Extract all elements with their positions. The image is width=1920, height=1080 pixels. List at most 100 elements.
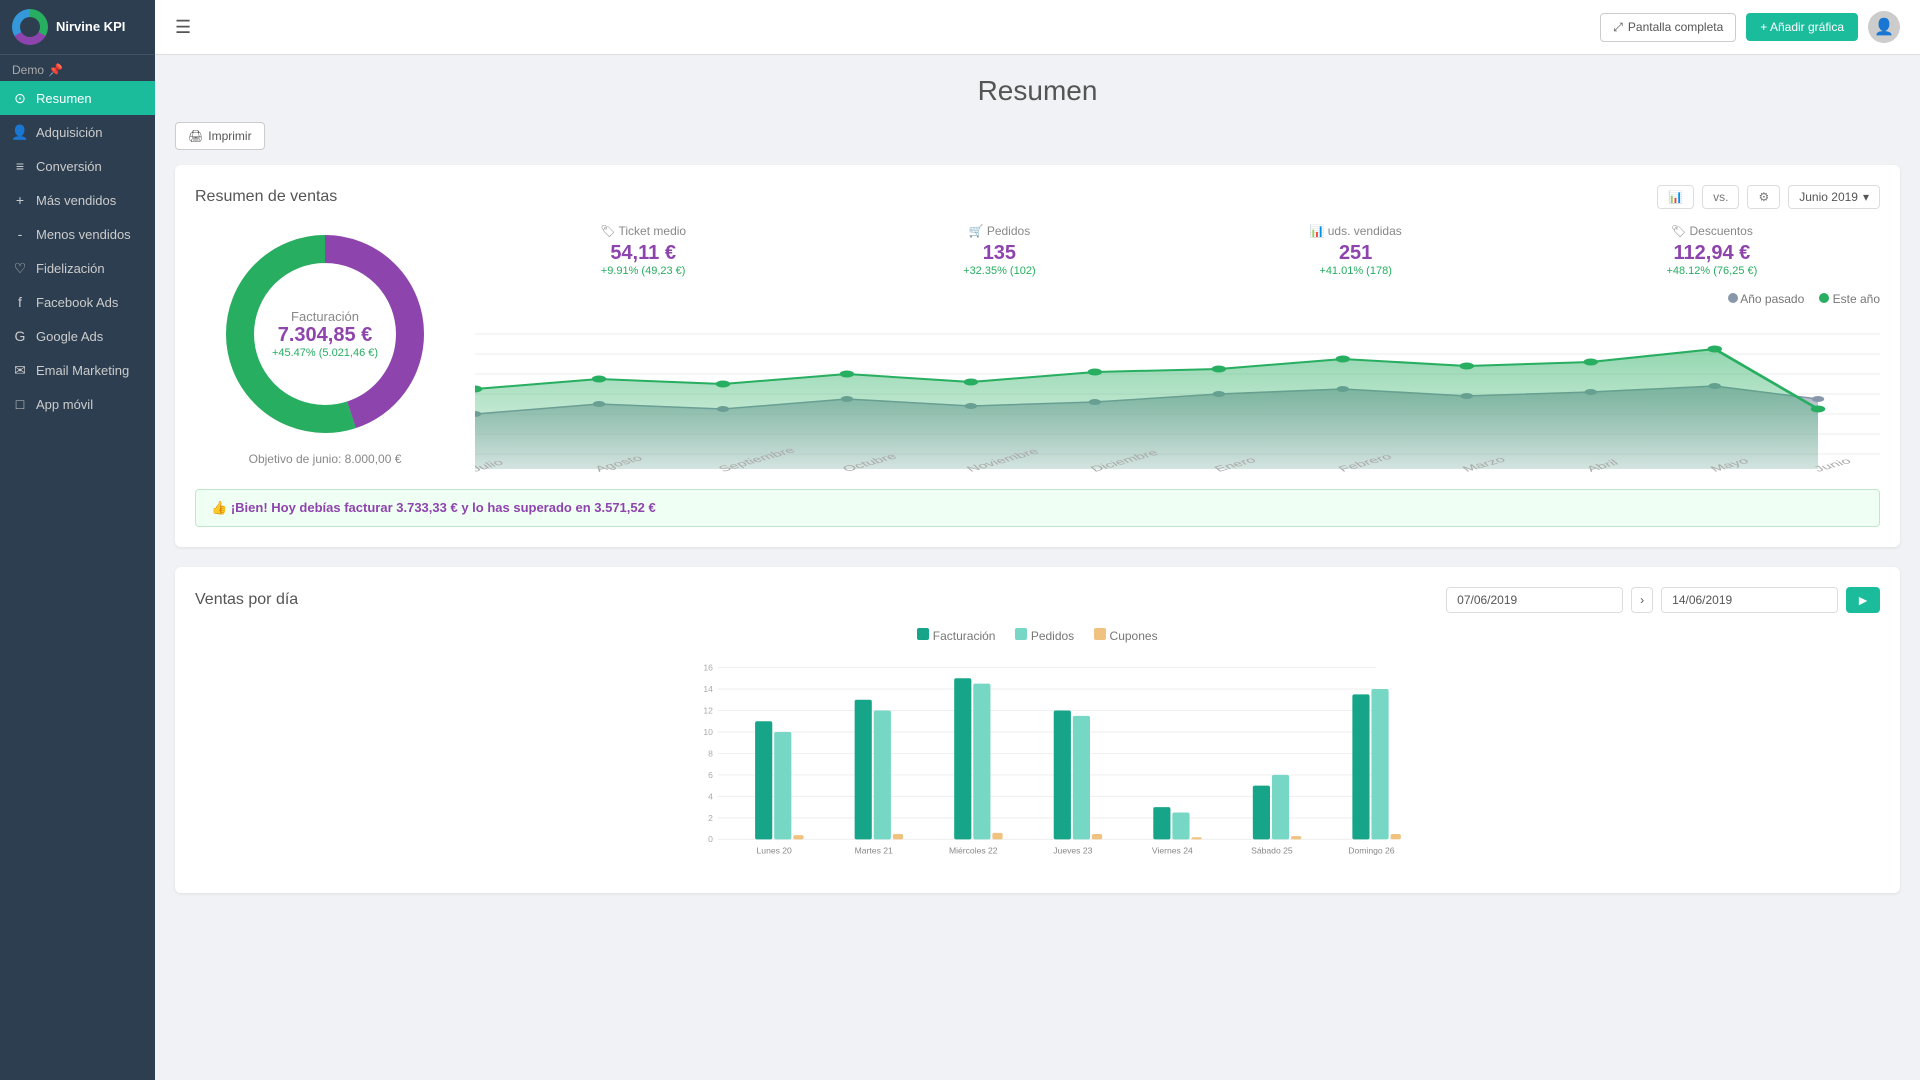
sidebar-item-app-movil[interactable]: □ App móvil: [0, 387, 155, 421]
topbar-left: ☰: [175, 17, 191, 38]
sidebar-item-google-ads[interactable]: G Google Ads: [0, 319, 155, 353]
metric-value: 135: [831, 242, 1167, 265]
donut-chart: Facturación 7.304,85 € +45.47% (5.021,46…: [215, 224, 435, 444]
print-icon: 🖨: [188, 129, 203, 143]
svg-text:4: 4: [708, 791, 713, 801]
sidebar-item-label: Resumen: [36, 91, 92, 106]
facturacion-legend-rect: [917, 628, 929, 640]
metric-value: 54,11 €: [475, 242, 811, 265]
hamburger-icon[interactable]: ☰: [175, 17, 191, 38]
app-movil-icon: □: [12, 396, 28, 412]
sidebar-item-label: Más vendidos: [36, 193, 116, 208]
topbar: ☰ ⤢ Pantalla completa + Añadir gráfica 👤: [155, 0, 1920, 55]
metric-change: +32.35% (102): [831, 265, 1167, 277]
sidebar-item-label: Google Ads: [36, 329, 103, 344]
metric-change: +48.12% (76,25 €): [1544, 265, 1880, 277]
logo-icon: [12, 9, 48, 45]
sales-card-header: Resumen de ventas 📊 vs. ⚙ Junio 2019 ▾: [195, 185, 1880, 209]
chevron-down-icon: ▾: [1863, 190, 1869, 204]
svg-text:12: 12: [703, 705, 713, 715]
metric-label: 🛒 Pedidos: [831, 224, 1167, 238]
sidebar-item-label: Menos vendidos: [36, 227, 131, 242]
svg-text:14: 14: [703, 684, 713, 694]
date-selector[interactable]: Junio 2019 ▾: [1788, 185, 1880, 209]
svg-text:6: 6: [708, 770, 713, 780]
metric-item: 📊 uds. vendidas 251 +41.01% (178): [1188, 224, 1524, 277]
ventas-dia-card: Ventas por día › ► Facturación Pedidos C…: [175, 567, 1900, 893]
alert-bar: 👍 ¡Bien! Hoy debías facturar 3.733,33 € …: [195, 489, 1880, 527]
demo-label: Demo 📌: [0, 55, 155, 81]
sidebar-item-resumen[interactable]: ⊙ Resumen: [0, 81, 155, 115]
svg-text:Domingo 26: Domingo 26: [1348, 846, 1394, 856]
content-area: Resumen 🖨 Imprimir Resumen de ventas 📊 v…: [155, 55, 1920, 1080]
svg-text:10: 10: [703, 727, 713, 737]
main-content: ☰ ⤢ Pantalla completa + Añadir gráfica 👤…: [155, 0, 1920, 1080]
metrics-row: 🏷 Ticket medio 54,11 € +9.91% (49,23 €) …: [475, 224, 1880, 277]
metrics-chart-section: 🏷 Ticket medio 54,11 € +9.91% (49,23 €) …: [475, 224, 1880, 474]
sidebar-item-label: App móvil: [36, 397, 93, 412]
sidebar-item-label: Email Marketing: [36, 363, 129, 378]
sidebar-item-adquisicion[interactable]: 👤 Adquisición: [0, 115, 155, 149]
svg-text:Lunes 20: Lunes 20: [757, 846, 793, 856]
date-to-input[interactable]: [1661, 587, 1838, 613]
app-name: Nirvine KPI: [56, 19, 125, 35]
ventas-card-header: Ventas por día › ►: [195, 587, 1880, 613]
metric-label: 🏷 Ticket medio: [475, 224, 811, 238]
mas-vendidos-icon: +: [12, 192, 28, 208]
svg-text:Miércoles 22: Miércoles 22: [949, 846, 998, 856]
date-nav-green[interactable]: ►: [1846, 587, 1880, 613]
svg-text:Jueves 23: Jueves 23: [1053, 846, 1092, 856]
google-ads-icon: G: [12, 328, 28, 344]
metric-value: 251: [1188, 242, 1524, 265]
area-chart: Julio Agosto Septiembre Octubre Noviembr…: [475, 314, 1880, 474]
sales-body: Facturación 7.304,85 € +45.47% (5.021,46…: [195, 224, 1880, 474]
pedidos-legend-rect: [1015, 628, 1027, 640]
adquisicion-icon: 👤: [12, 124, 28, 140]
date-nav-forward[interactable]: ›: [1631, 587, 1653, 613]
cupones-legend-rect: [1094, 628, 1106, 640]
metric-item: 🏷 Descuentos 112,94 € +48.12% (76,25 €): [1544, 224, 1880, 277]
sidebar-item-email-marketing[interactable]: ✉ Email Marketing: [0, 353, 155, 387]
sidebar-item-conversion[interactable]: ≡ Conversión: [0, 149, 155, 183]
sales-card-title: Resumen de ventas: [195, 188, 337, 206]
goal-label: Objetivo de junio: 8.000,00 €: [249, 452, 402, 466]
settings-button[interactable]: ⚙: [1747, 185, 1780, 209]
ventas-card-title: Ventas por día: [195, 591, 298, 609]
print-button[interactable]: 🖨 Imprimir: [175, 122, 265, 150]
svg-text:Viernes 24: Viernes 24: [1152, 846, 1193, 856]
resumen-icon: ⊙: [12, 90, 28, 106]
menos-vendidos-icon: -: [12, 226, 28, 242]
vs-label: vs.: [1702, 185, 1739, 209]
svg-text:Martes 21: Martes 21: [855, 846, 893, 856]
add-chart-button[interactable]: + Añadir gráfica: [1746, 13, 1858, 41]
pin-icon: 📌: [48, 63, 63, 77]
sidebar-item-facebook-ads[interactable]: f Facebook Ads: [0, 285, 155, 319]
email-marketing-icon: ✉: [12, 362, 28, 378]
user-avatar[interactable]: 👤: [1868, 11, 1900, 43]
sidebar-item-menos-vendidos[interactable]: - Menos vendidos: [0, 217, 155, 251]
page-title: Resumen: [175, 75, 1900, 107]
ventas-date-controls: › ►: [1446, 587, 1880, 613]
sales-summary-card: Resumen de ventas 📊 vs. ⚙ Junio 2019 ▾: [175, 165, 1900, 547]
metric-label: 📊 uds. vendidas: [1188, 224, 1524, 238]
facebook-ads-icon: f: [12, 294, 28, 310]
nav-menu: ⊙ Resumen👤 Adquisición≡ Conversión+ Más …: [0, 81, 155, 421]
metric-item: 🛒 Pedidos 135 +32.35% (102): [831, 224, 1167, 277]
metric-value: 112,94 €: [1544, 242, 1880, 265]
svg-text:8: 8: [708, 748, 713, 758]
fullscreen-button[interactable]: ⤢ Pantalla completa: [1600, 13, 1736, 42]
past-year-dot: [1728, 293, 1738, 303]
sidebar-header: Nirvine KPI: [0, 0, 155, 55]
this-year-dot: [1819, 293, 1829, 303]
svg-text:16: 16: [703, 662, 713, 672]
sales-card-controls: 📊 vs. ⚙ Junio 2019 ▾: [1657, 185, 1880, 209]
sidebar-item-mas-vendidos[interactable]: + Más vendidos: [0, 183, 155, 217]
sidebar-item-fidelizacion[interactable]: ♡ Fidelización: [0, 251, 155, 285]
fidelizacion-icon: ♡: [12, 260, 28, 276]
chart-icon-button[interactable]: 📊: [1657, 185, 1694, 209]
date-from-input[interactable]: [1446, 587, 1623, 613]
fullscreen-icon: ⤢: [1613, 20, 1623, 35]
bar-chart: 0246810121416Lunes 20Martes 21Miércoles …: [195, 658, 1880, 873]
chart-legend: Año pasado Este año: [475, 292, 1880, 306]
metric-item: 🏷 Ticket medio 54,11 € +9.91% (49,23 €): [475, 224, 811, 277]
